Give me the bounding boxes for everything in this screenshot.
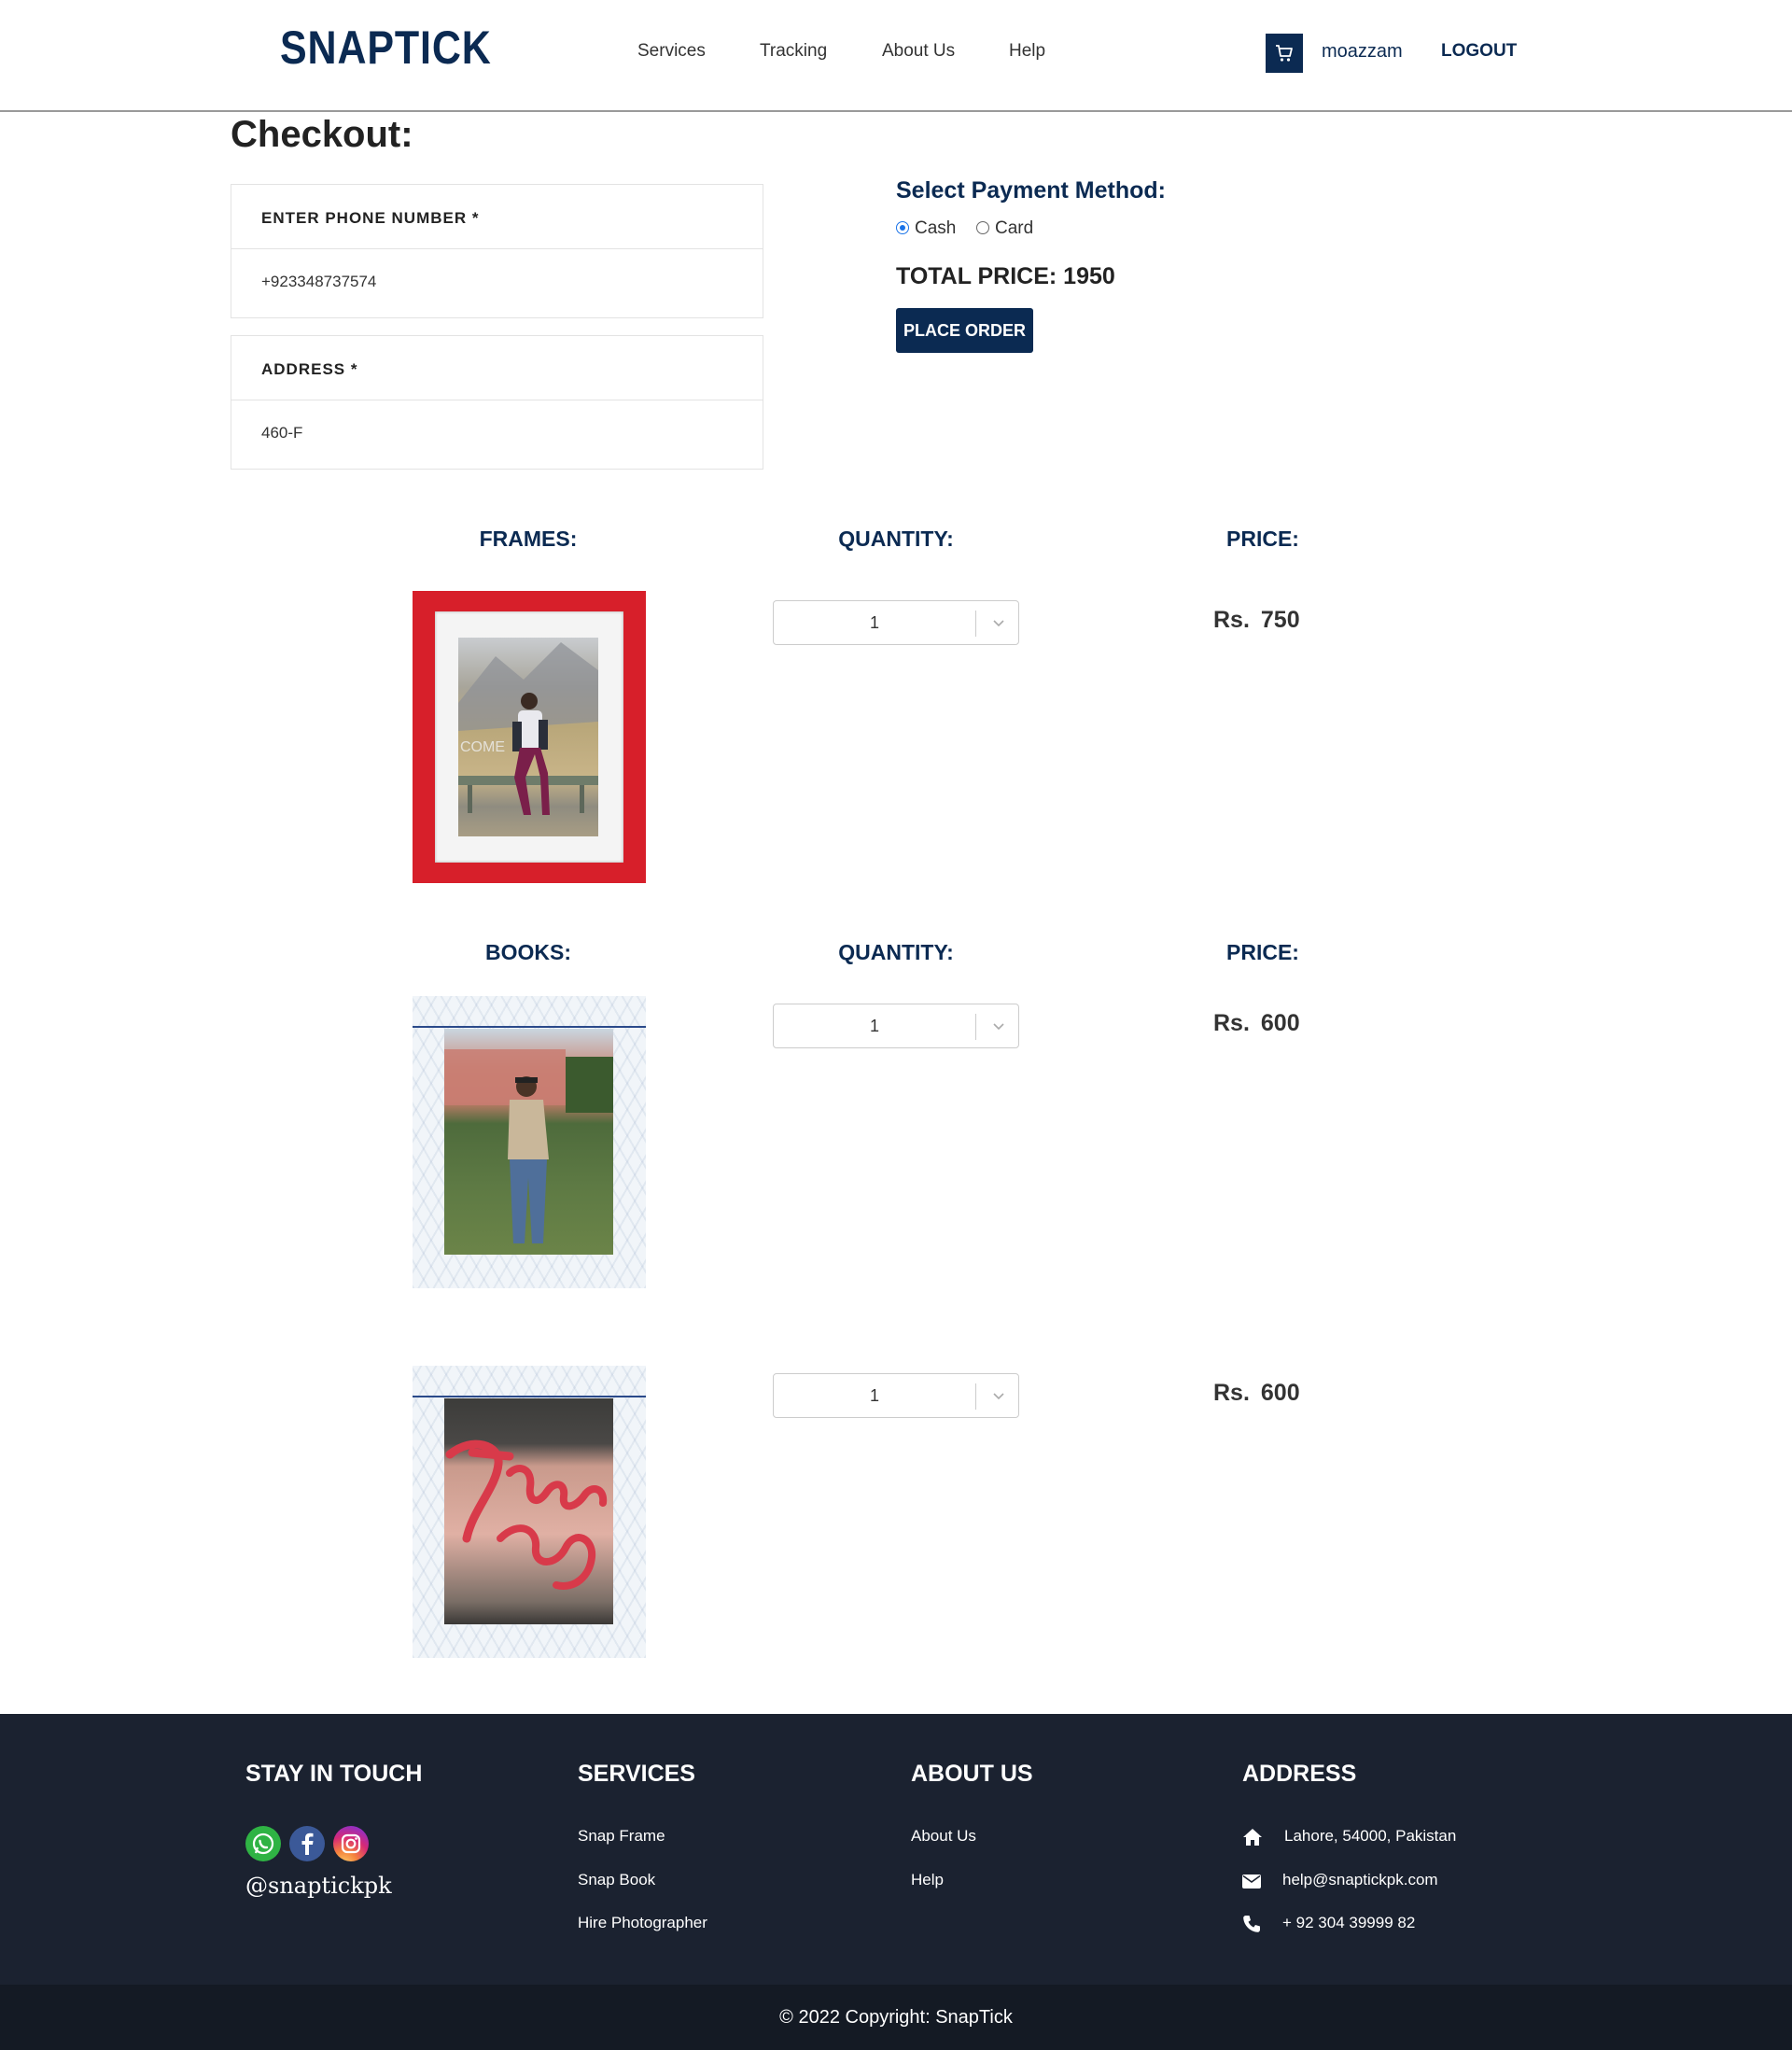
logout-button[interactable]: LOGOUT [1441, 41, 1517, 62]
site-footer: STAY IN TOUCH @snaptickpk SERVICES Snap … [0, 1714, 1792, 1985]
book-quantity-select[interactable]: 1 [773, 1004, 1019, 1048]
site-header: SNAPTICK Services Tracking About Us Help… [0, 0, 1792, 112]
footer-link-about-us[interactable]: About Us [911, 1827, 976, 1846]
book-product-image [413, 996, 646, 1288]
page-title: Checkout: [231, 114, 413, 155]
cart-icon [1276, 45, 1293, 62]
copyright: © 2022 Copyright: SnapTick [0, 1985, 1792, 2050]
about-us-heading: ABOUT US [911, 1761, 1033, 1787]
book-divider [413, 1026, 646, 1028]
radio-unselected-icon[interactable] [976, 221, 989, 234]
services-heading: SERVICES [578, 1761, 695, 1787]
phone-input[interactable] [261, 273, 728, 291]
checkout-page: SNAPTICK Services Tracking About Us Help… [0, 0, 1792, 2050]
whatsapp-icon[interactable] [245, 1826, 281, 1861]
logo[interactable]: SNAPTICK [280, 21, 492, 75]
footer-link-snap-book[interactable]: Snap Book [578, 1871, 655, 1889]
nav-services[interactable]: Services [637, 41, 706, 62]
stay-in-touch-heading: STAY IN TOUCH [245, 1761, 423, 1787]
envelope-icon [1242, 1874, 1261, 1889]
instagram-icon[interactable] [333, 1826, 369, 1861]
price-heading: PRICE: [1226, 527, 1299, 551]
nav-about-us[interactable]: About Us [882, 41, 955, 62]
books-heading: BOOKS: [485, 940, 571, 964]
footer-link-hire-photographer[interactable]: Hire Photographer [578, 1914, 707, 1932]
footer-link-help[interactable]: Help [911, 1871, 944, 1889]
phone-label: ENTER PHONE NUMBER * [261, 209, 480, 227]
book-divider [413, 1396, 646, 1397]
frames-heading: FRAMES: [479, 527, 578, 551]
quantity-heading: QUANTITY: [838, 527, 954, 551]
quantity-value: 1 [869, 1386, 879, 1405]
divider [975, 1014, 976, 1040]
price-value: 600 [1260, 1010, 1300, 1036]
quantity-value: 1 [869, 613, 879, 632]
footer-address: Lahore, 54000, Pakistan [1284, 1827, 1457, 1845]
phone-field: ENTER PHONE NUMBER * [231, 184, 763, 318]
book-price: Rs. 600 [1213, 1380, 1300, 1407]
nav-help[interactable]: Help [1009, 41, 1045, 62]
cart-button[interactable] [1266, 34, 1303, 73]
footer-email[interactable]: help@snaptickpk.com [1282, 1871, 1438, 1889]
currency-label: Rs. [1213, 1010, 1250, 1036]
divider [975, 611, 976, 637]
book-product-image [413, 1366, 646, 1658]
home-icon [1243, 1829, 1262, 1846]
frame-product-image: COME [413, 591, 646, 883]
address-input[interactable] [261, 424, 728, 442]
nav-tracking[interactable]: Tracking [760, 41, 827, 62]
address-label: ADDRESS * [261, 360, 358, 378]
cash-label: Cash [915, 218, 957, 238]
book-quantity-select[interactable]: 1 [773, 1373, 1019, 1418]
price-value: 750 [1260, 607, 1300, 633]
footer-link-snap-frame[interactable]: Snap Frame [578, 1827, 665, 1846]
address-heading: ADDRESS [1242, 1761, 1357, 1787]
payment-method-title: Select Payment Method: [896, 177, 1166, 204]
quantity-heading: QUANTITY: [838, 940, 954, 964]
phone-icon [1243, 1916, 1260, 1932]
book-price: Rs. 600 [1213, 1010, 1300, 1037]
book-photo [444, 1398, 613, 1624]
divider [975, 1383, 976, 1410]
quantity-value: 1 [869, 1017, 879, 1035]
price-heading: PRICE: [1226, 940, 1299, 964]
frame-photo: COME [458, 638, 598, 836]
book-photo [444, 1029, 613, 1255]
payment-option-cash[interactable]: Cash [896, 218, 956, 239]
chevron-down-icon [993, 1023, 1004, 1031]
card-label: Card [995, 218, 1034, 238]
price-value: 600 [1260, 1380, 1300, 1406]
payment-option-card[interactable]: Card [976, 218, 1033, 239]
address-field: ADDRESS * [231, 335, 763, 470]
username[interactable]: moazzam [1322, 41, 1403, 63]
total-price: TOTAL PRICE: 1950 [896, 263, 1115, 289]
currency-label: Rs. [1213, 1380, 1250, 1406]
chevron-down-icon [993, 620, 1004, 627]
chevron-down-icon [993, 1393, 1004, 1400]
svg-text:COME: COME [460, 739, 505, 755]
frame-price: Rs. 750 [1213, 607, 1300, 634]
place-order-button[interactable]: PLACE ORDER [896, 308, 1033, 353]
footer-phone[interactable]: + 92 304 39999 82 [1282, 1914, 1415, 1932]
facebook-icon[interactable] [289, 1826, 325, 1861]
currency-label: Rs. [1213, 607, 1250, 633]
radio-selected-icon[interactable] [896, 221, 909, 234]
social-handle: @snaptickpk [245, 1873, 392, 1899]
frame-quantity-select[interactable]: 1 [773, 600, 1019, 645]
frame-mat: COME [435, 611, 623, 863]
divider [231, 248, 763, 249]
